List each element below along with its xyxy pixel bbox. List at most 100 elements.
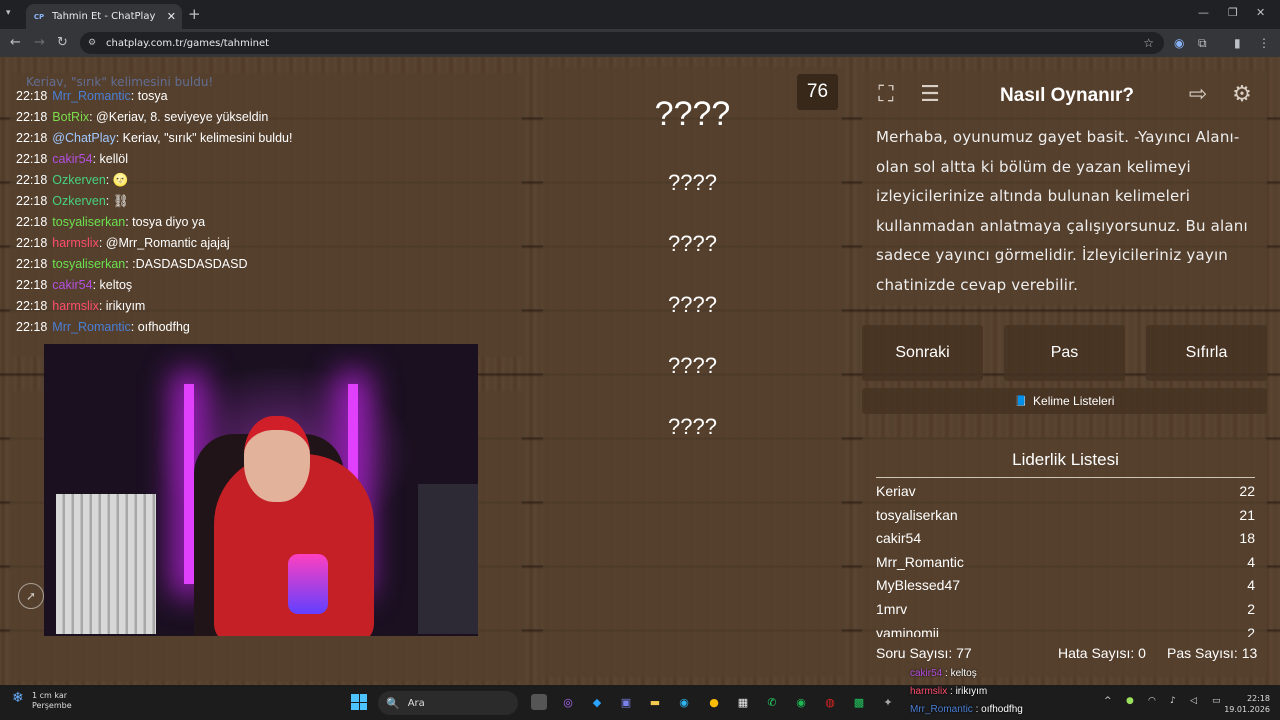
leaderboard-row: 1mrv 2 xyxy=(876,601,1255,624)
chat-message: : keltoş xyxy=(92,278,133,292)
chat-user[interactable]: tosyaliserkan xyxy=(52,257,125,271)
favicon: CP xyxy=(33,12,45,21)
tray-app-icon[interactable]: ● xyxy=(1126,696,1134,706)
leaderboard-title: Liderlik Listesi xyxy=(876,450,1255,478)
app-icon[interactable]: ▩ xyxy=(851,694,867,710)
site-info-icon[interactable]: ⚙ xyxy=(88,38,100,48)
taskbar-search-label: Ara xyxy=(407,697,425,709)
chat-time: 22:18 xyxy=(16,89,48,103)
puzzle-icon[interactable]: ⧉ xyxy=(1198,36,1207,51)
chat-time: 22:18 xyxy=(16,278,48,292)
profile-icon[interactable]: ▮ xyxy=(1234,36,1241,50)
how-to-text: Merhaba, oyunumuz gayet basit. -Yayıncı … xyxy=(876,128,1248,294)
browser-toolbar: ← → ↻ ⚙ chatplay.com.tr/games/tahminet ☆… xyxy=(0,29,1280,57)
chat-user[interactable]: harmslix xyxy=(52,236,99,250)
chat-user[interactable]: tosyaliserkan xyxy=(52,215,125,229)
whatsapp-icon[interactable]: ✆ xyxy=(764,694,780,710)
reset-button[interactable]: Sıfırla xyxy=(1146,325,1267,381)
new-tab-icon[interactable]: + xyxy=(188,5,201,23)
minimize-icon[interactable]: — xyxy=(1198,6,1209,19)
menu-icon[interactable]: ⋮ xyxy=(1258,36,1270,50)
fullscreen-icon[interactable]: ⛶ xyxy=(870,79,902,109)
extension-icon[interactable]: ◉ xyxy=(1174,36,1184,50)
overlay-msg: : keltoş xyxy=(942,668,977,679)
task-view-icon[interactable] xyxy=(531,694,547,710)
chat-message: : ⛓ xyxy=(105,194,129,208)
volume-icon[interactable]: ◁ xyxy=(1190,696,1197,706)
app-icon[interactable]: ◍ xyxy=(822,694,838,710)
chat-user[interactable]: Mrr_Romantic xyxy=(52,89,131,103)
webcam-microphone xyxy=(288,554,328,614)
exit-icon[interactable]: ⇨ xyxy=(1182,79,1214,109)
chat-user[interactable]: cakir54 xyxy=(52,278,92,292)
chat-user[interactable]: BotRix xyxy=(52,110,89,124)
chat-message: : 🌝 xyxy=(105,173,129,187)
forbidden-word: ???? xyxy=(668,353,717,378)
clock[interactable]: 22:18 19.01.2026 xyxy=(1224,693,1270,715)
leader-score: 4 xyxy=(1247,553,1255,570)
wifi-icon[interactable]: ◠ xyxy=(1148,696,1156,706)
tray-chevron-icon[interactable]: ^ xyxy=(1104,696,1112,706)
network-icon[interactable]: ▭ xyxy=(1212,696,1221,706)
webcam-radiator xyxy=(56,494,156,634)
back-icon[interactable]: ← xyxy=(10,35,21,50)
browser-tabstrip: ▾ CP Tahmin Et - ChatPlay ✕ + — ❐ ✕ xyxy=(0,0,1280,29)
address-bar[interactable]: ⚙ chatplay.com.tr/games/tahminet ☆ xyxy=(80,32,1164,54)
taskbar-search[interactable]: 🔍 Ara xyxy=(378,691,518,715)
leaderboard-row: tosyaliserkan 21 xyxy=(876,507,1255,530)
microphone-icon[interactable]: ♪ xyxy=(1170,696,1176,706)
start-icon[interactable] xyxy=(351,694,367,710)
chat-message: : oıfhodfhg xyxy=(130,320,190,334)
leaderboard-row: Keriav 22 xyxy=(876,483,1255,506)
how-to-title: Nasıl Oynanır? xyxy=(999,85,1135,106)
send-arrow-icon[interactable]: ➚ xyxy=(18,583,44,609)
chat-time: 22:18 xyxy=(16,173,48,187)
chat-user[interactable]: Ozkerven xyxy=(52,173,106,187)
spotify-icon[interactable]: ◉ xyxy=(793,694,809,710)
leader-score: 21 xyxy=(1239,506,1255,523)
chat-user[interactable]: harmslix xyxy=(52,299,99,313)
webcam-head xyxy=(244,416,310,502)
leaderboard-row: MyBlessed47 4 xyxy=(876,577,1255,600)
next-button[interactable]: Sonraki xyxy=(862,325,983,381)
chrome-icon[interactable]: ● xyxy=(706,694,722,710)
tab-search-icon[interactable]: ▾ xyxy=(6,8,11,18)
app-icon[interactable]: ✦ xyxy=(880,694,896,710)
clock-time: 22:18 xyxy=(1246,694,1270,703)
gear-icon[interactable]: ⚙ xyxy=(1226,79,1258,109)
app-icon[interactable]: ◎ xyxy=(560,694,576,710)
weather-widget[interactable]: ❄ 1 cm kar Perşembe xyxy=(12,691,72,711)
leader-name: yaminomii xyxy=(876,624,940,637)
chat-user[interactable]: @ChatPlay xyxy=(52,131,115,145)
chat-user[interactable]: cakir54 xyxy=(52,152,92,166)
store-icon[interactable]: ▦ xyxy=(735,694,751,710)
url-text: chatplay.com.tr/games/tahminet xyxy=(106,37,270,49)
teams-icon[interactable]: ▣ xyxy=(618,694,634,710)
pass-button[interactable]: Pas xyxy=(1004,325,1125,381)
word-column: ???? ???? ???? ???? ???? ???? xyxy=(543,67,842,677)
chat-time: 22:18 xyxy=(16,194,48,208)
chat-line: 22:18 Mrr_Romantic: oıfhodfhg xyxy=(16,317,506,338)
document-icon[interactable]: ☰ xyxy=(914,79,946,109)
close-tab-icon[interactable]: ✕ xyxy=(167,10,176,23)
close-window-icon[interactable]: ✕ xyxy=(1256,6,1265,19)
chat-line: 22:18 harmslix: irikıyım xyxy=(16,296,506,317)
chat-user[interactable]: Ozkerven xyxy=(52,194,106,208)
chat-message: : tosya diyo ya xyxy=(125,215,206,229)
leaderboard-row: Mrr_Romantic 4 xyxy=(876,554,1255,577)
overlay-msg: : irikıyım xyxy=(947,686,988,697)
file-explorer-icon[interactable]: ▬ xyxy=(647,694,663,710)
app-icon[interactable]: ◆ xyxy=(589,694,605,710)
chat-user[interactable]: Mrr_Romantic xyxy=(52,320,131,334)
browser-tab[interactable]: CP Tahmin Et - ChatPlay ✕ xyxy=(26,4,182,29)
word-lists-button[interactable]: 📘 Kelime Listeleri xyxy=(862,388,1267,414)
timer: 76 xyxy=(797,74,838,110)
weather-icon: ❄ xyxy=(12,690,24,706)
forward-icon[interactable]: → xyxy=(34,35,45,50)
maximize-icon[interactable]: ❐ xyxy=(1228,6,1238,19)
pass-count: Pas Sayısı: 13 xyxy=(1167,645,1258,661)
leader-name: MyBlessed47 xyxy=(876,577,961,594)
edge-icon[interactable]: ◉ xyxy=(676,694,692,710)
reload-icon[interactable]: ↻ xyxy=(57,35,68,50)
bookmark-star-icon[interactable]: ☆ xyxy=(1143,36,1154,50)
